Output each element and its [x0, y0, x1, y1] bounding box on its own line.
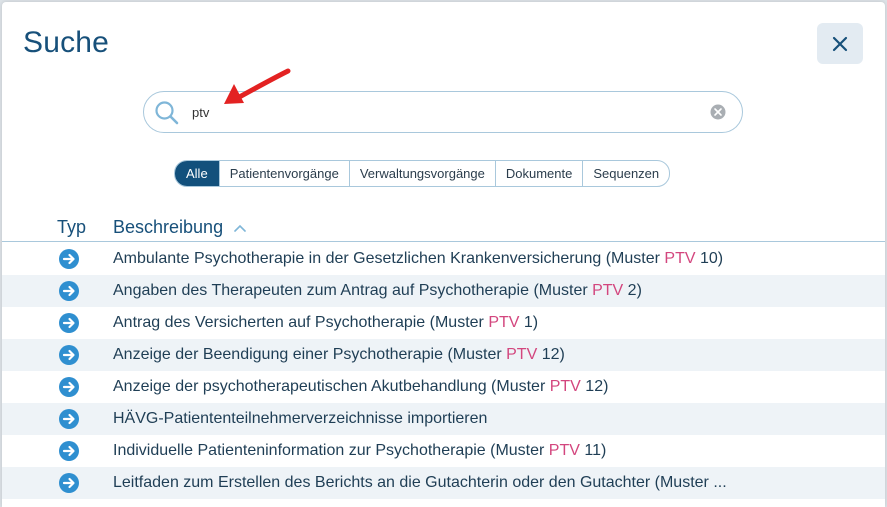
result-row[interactable]: Anzeige der Beendigung einer Psychothera… — [2, 339, 885, 371]
search-dialog: Suche Alle Patientenvorgänge Verwaltungs… — [2, 2, 885, 507]
result-description: Ambulante Psychotherapie in der Gesetzli… — [113, 250, 724, 267]
clear-icon[interactable] — [710, 104, 726, 120]
search-icon — [155, 101, 179, 125]
result-row[interactable]: Antrag des Versicherten auf Psychotherap… — [2, 307, 885, 339]
results-list: Ambulante Psychotherapie in der Gesetzli… — [2, 243, 885, 499]
close-icon — [832, 36, 848, 51]
arrow-right-circle-icon — [59, 345, 79, 365]
result-row[interactable]: HÄVG-Patiententeilnehmerverzeichnisse im… — [2, 403, 885, 435]
result-description: HÄVG-Patiententeilnehmerverzeichnisse im… — [113, 410, 488, 427]
sort-ascending-icon — [234, 225, 246, 233]
arrow-right-circle-icon — [59, 313, 79, 333]
result-row[interactable]: Leitfaden zum Erstellen des Berichts an … — [2, 467, 885, 499]
filter-admin-processes[interactable]: Verwaltungsvorgänge — [348, 161, 495, 186]
filter-tabs: Alle Patientenvorgänge Verwaltungsvorgän… — [174, 160, 671, 187]
close-button[interactable] — [817, 23, 863, 64]
filter-patient-processes[interactable]: Patientenvorgänge — [218, 161, 349, 186]
result-description: Individuelle Patienteninformation zur Ps… — [113, 442, 607, 459]
result-description: Anzeige der psychotherapeutischen Akutbe… — [113, 378, 609, 395]
arrow-right-circle-icon — [59, 441, 79, 461]
result-row[interactable]: Individuelle Patienteninformation zur Ps… — [2, 435, 885, 467]
filter-sequences[interactable]: Sequenzen — [582, 161, 669, 186]
column-header-type[interactable]: Typ — [57, 217, 86, 238]
arrow-right-circle-icon — [59, 249, 79, 269]
annotation-arrow-icon — [224, 68, 291, 104]
column-header-description[interactable]: Beschreibung — [113, 217, 246, 238]
arrow-right-circle-icon — [59, 281, 79, 301]
result-row[interactable]: Ambulante Psychotherapie in der Gesetzli… — [2, 243, 885, 275]
result-description: Leitfaden zum Erstellen des Berichts an … — [113, 474, 727, 491]
results-header: Typ Beschreibung — [2, 214, 885, 242]
column-header-description-label: Beschreibung — [113, 217, 224, 237]
arrow-right-circle-icon — [59, 473, 79, 493]
result-description: Antrag des Versicherten auf Psychotherap… — [113, 314, 539, 331]
result-row[interactable]: Anzeige der psychotherapeutischen Akutbe… — [2, 371, 885, 403]
arrow-right-circle-icon — [59, 409, 79, 429]
result-description: Angaben des Therapeuten zum Antrag auf P… — [113, 282, 642, 299]
result-description: Anzeige der Beendigung einer Psychothera… — [113, 346, 565, 363]
result-row[interactable]: Angaben des Therapeuten zum Antrag auf P… — [2, 275, 885, 307]
filter-documents[interactable]: Dokumente — [494, 161, 582, 186]
filter-all[interactable]: Alle — [175, 161, 219, 186]
arrow-right-circle-icon — [59, 377, 79, 397]
dialog-title: Suche — [23, 26, 110, 59]
